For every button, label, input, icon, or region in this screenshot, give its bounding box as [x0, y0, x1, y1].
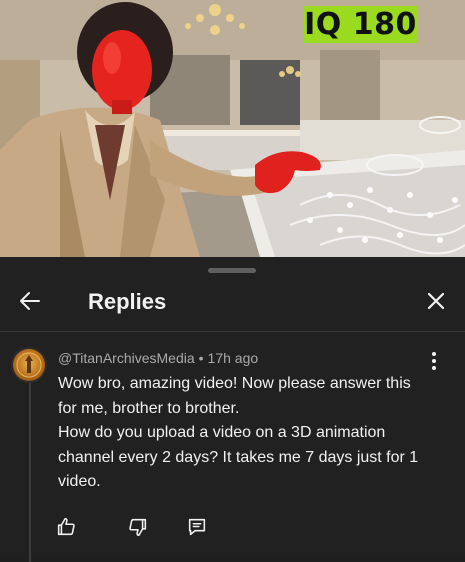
- comment-text: Wow bro, amazing video! Now please answe…: [58, 372, 438, 495]
- avatar-emblem-icon: [16, 352, 42, 378]
- comment-line: channel every 2 days? It takes me 7 days…: [58, 448, 419, 466]
- thread-line: [29, 382, 31, 562]
- close-button[interactable]: [418, 283, 454, 319]
- like-button[interactable]: [46, 507, 86, 547]
- avatar[interactable]: [13, 349, 45, 381]
- more-dot-icon: [432, 366, 436, 370]
- close-icon: [427, 292, 445, 310]
- sheet-title: Replies: [88, 289, 167, 314]
- comment-line: Wow bro, amazing video! Now please answe…: [58, 375, 411, 392]
- comment-time[interactable]: 17h ago: [208, 350, 259, 366]
- iq-badge: IQ 180: [304, 6, 417, 43]
- meta-separator: •: [198, 350, 204, 366]
- drag-handle[interactable]: [208, 268, 256, 273]
- back-button[interactable]: [12, 283, 48, 319]
- thumbs-up-icon: [57, 517, 75, 536]
- dislike-button[interactable]: [118, 507, 158, 547]
- more-options-button[interactable]: [424, 348, 444, 374]
- reply-button[interactable]: [177, 507, 217, 547]
- replies-sheet: Replies @TitanArchivesMedia • 17h ago Wow …: [0, 257, 465, 562]
- comment-line: How do you upload a video on a 3D animat…: [58, 424, 386, 441]
- video-thumbnail[interactable]: IQ 180: [0, 0, 465, 257]
- arrow-left-icon: [20, 292, 40, 310]
- thumbs-down-icon: [129, 518, 147, 537]
- comment-line: video.: [58, 473, 101, 490]
- sheet-header: Replies: [0, 277, 465, 331]
- comment-meta: @TitanArchivesMedia • 17h ago: [58, 350, 258, 366]
- reply-icon: [188, 518, 206, 536]
- more-dot-icon: [432, 352, 436, 356]
- more-dot-icon: [432, 359, 436, 363]
- comment-actions: [46, 507, 246, 547]
- comment: @TitanArchivesMedia • 17h ago Wow bro, ama…: [0, 332, 465, 562]
- author-name[interactable]: @TitanArchivesMedia: [58, 350, 195, 366]
- comment-line: for me, brother to brother.: [58, 399, 240, 417]
